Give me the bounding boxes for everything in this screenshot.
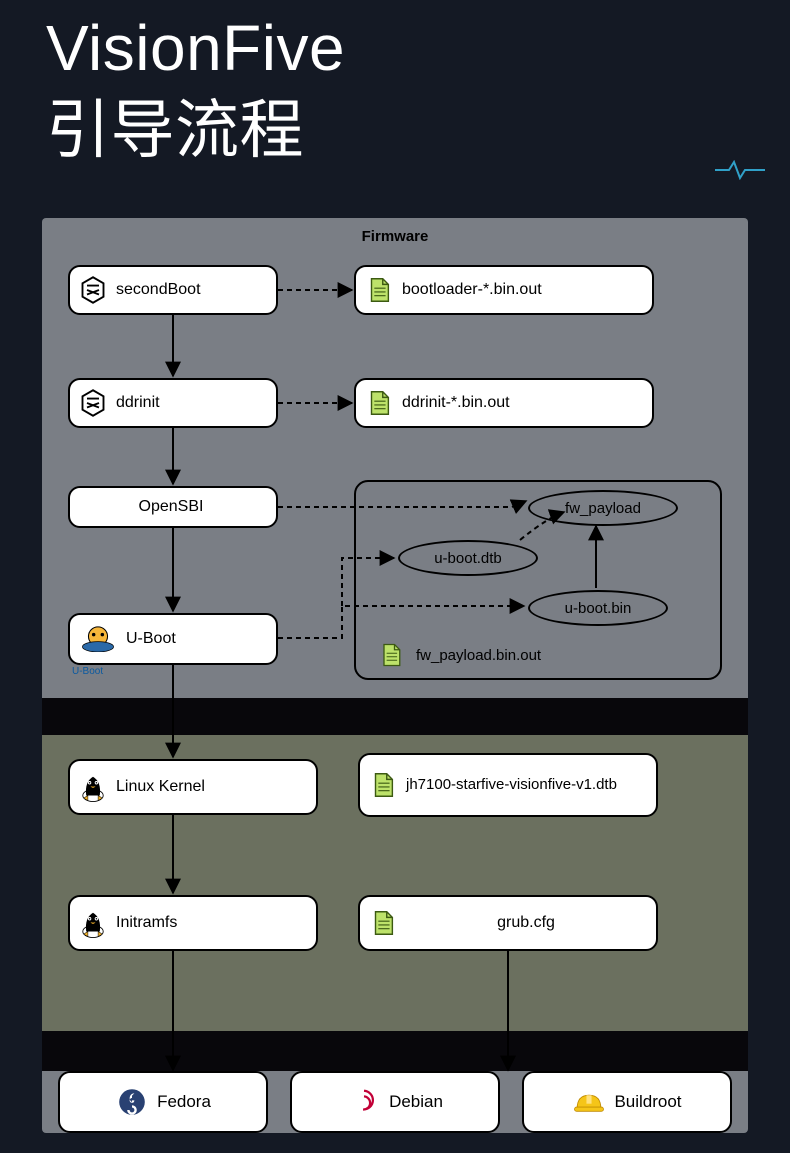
node-label: Initramfs	[110, 914, 306, 932]
node-ddrinit: ddrinit	[68, 378, 278, 428]
band-divider	[42, 698, 748, 735]
hardhat-icon	[572, 1085, 606, 1119]
debian-icon	[347, 1085, 381, 1119]
node-file-grub: grub.cfg	[358, 895, 658, 951]
node-debian: Debian	[290, 1071, 500, 1133]
section-boot: Linux Kernel jh7100-starfive-visionfive-…	[42, 735, 748, 1031]
node-label: Fedora	[157, 1092, 211, 1112]
hexagon-icon	[76, 273, 110, 307]
fedora-icon	[115, 1085, 149, 1119]
title-line-1: VisionFive	[46, 12, 345, 84]
firmware-label: Firmware	[362, 228, 429, 245]
node-label: ddrinit-*.bin.out	[396, 394, 642, 412]
node-label: ddrinit	[110, 394, 266, 412]
tux-icon	[76, 906, 110, 940]
cluster-fw-payload: fw_payload u-boot.dtb u-boot.bin fw_payl…	[354, 480, 722, 680]
node-label: Debian	[389, 1092, 443, 1112]
node-uboot: U-Boot	[68, 613, 278, 665]
uboot-icon	[76, 622, 120, 656]
node-file-bootloader: bootloader-*.bin.out	[354, 265, 654, 315]
node-label: Linux Kernel	[110, 778, 306, 796]
node-secondboot: secondBoot	[68, 265, 278, 315]
node-label: jh7100-starfive-visionfive-v1.dtb	[400, 776, 646, 794]
node-label: grub.cfg	[400, 914, 646, 932]
node-file-dtb: jh7100-starfive-visionfive-v1.dtb	[358, 753, 658, 817]
node-initramfs: Initramfs	[68, 895, 318, 951]
node-label: OpenSBI	[76, 498, 266, 516]
hexagon-icon	[76, 386, 110, 420]
section-firmware: Firmware secondBoot ddrinit OpenSBI	[42, 218, 748, 698]
node-fedora: Fedora	[58, 1071, 268, 1133]
oval-uboot-dtb: u-boot.dtb	[398, 540, 538, 576]
file-icon	[374, 638, 408, 672]
file-icon	[366, 768, 400, 802]
boot-flow-diagram: Firmware secondBoot ddrinit OpenSBI	[42, 218, 748, 1133]
band-divider	[42, 1031, 748, 1071]
node-label: bootloader-*.bin.out	[396, 281, 642, 299]
file-icon	[362, 386, 396, 420]
page-title: VisionFive 引导流程	[46, 8, 345, 172]
node-label: U-Boot	[120, 630, 266, 648]
node-buildroot: Buildroot	[522, 1071, 732, 1133]
oval-fw-payload: fw_payload	[528, 490, 678, 526]
node-opensbi: OpenSBI	[68, 486, 278, 528]
section-distros: Fedora Debian Buildroot	[42, 1071, 748, 1133]
file-icon	[362, 273, 396, 307]
tux-icon	[76, 770, 110, 804]
node-label: secondBoot	[110, 281, 266, 299]
pulse-icon	[715, 160, 765, 185]
node-file-ddrinit: ddrinit-*.bin.out	[354, 378, 654, 428]
node-linux-kernel: Linux Kernel	[68, 759, 318, 815]
node-label: Buildroot	[614, 1092, 681, 1112]
node-label: fw_payload.bin.out	[416, 647, 541, 664]
title-line-2: 引导流程	[46, 94, 304, 166]
file-icon	[366, 906, 400, 940]
uboot-caption: U-Boot	[72, 666, 103, 677]
oval-uboot-bin: u-boot.bin	[528, 590, 668, 626]
